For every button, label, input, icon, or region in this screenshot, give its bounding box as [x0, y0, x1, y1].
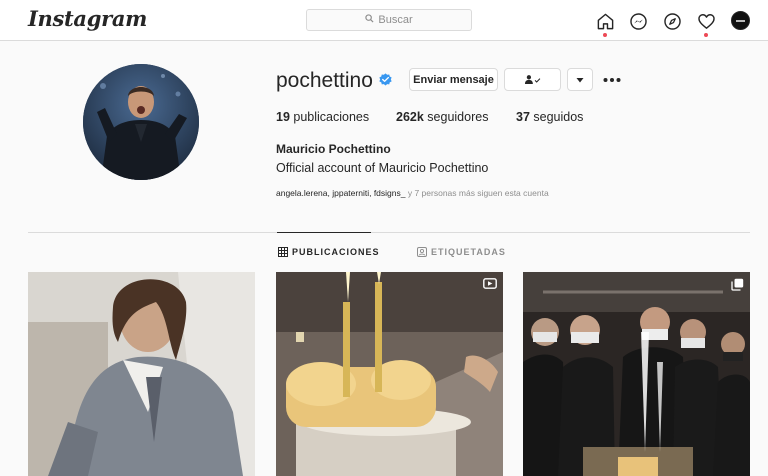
send-message-button[interactable]: Enviar mensaje	[409, 68, 498, 91]
following-label: seguidos	[533, 110, 584, 124]
tab-posts[interactable]: PUBLICACIONES	[278, 247, 380, 257]
explore-icon[interactable]	[662, 11, 682, 31]
search-placeholder: Buscar	[378, 14, 413, 26]
top-navigation: Instagram Buscar	[0, 0, 768, 41]
followers-count: 262k	[396, 110, 424, 124]
home-icon[interactable]	[595, 11, 615, 31]
posts-count-stat: 19 publicaciones	[276, 110, 369, 124]
tag-portrait-icon	[417, 247, 427, 257]
profile-picture	[83, 64, 199, 180]
active-tab-indicator	[277, 232, 371, 233]
followed-by-line[interactable]: angela.lerena, jppaterniti, fdsigns_ y 7…	[276, 188, 549, 198]
verified-badge-icon	[378, 72, 393, 87]
posts-label: publicaciones	[293, 110, 370, 124]
home-notification-dot	[603, 33, 607, 37]
followed-by-users[interactable]: angela.lerena, jppaterniti, fdsigns_	[276, 188, 405, 198]
post-thumbnail[interactable]	[28, 272, 255, 476]
following-count: 37	[516, 110, 530, 124]
instagram-logo[interactable]: Instagram	[28, 6, 147, 31]
search-icon	[365, 14, 374, 26]
suggestions-dropdown-button[interactable]	[567, 68, 593, 91]
carousel-badge-icon	[731, 278, 744, 291]
activity-notification-dot	[704, 33, 708, 37]
post-thumbnail[interactable]	[523, 272, 750, 476]
followers-label: seguidores	[427, 110, 489, 124]
messenger-icon[interactable]	[628, 11, 648, 31]
following-stat[interactable]: 37 seguidos	[516, 110, 583, 124]
profile-bio: Official account of Mauricio Pochettino	[276, 161, 489, 175]
activity-heart-icon[interactable]	[696, 11, 716, 31]
post-thumbnail[interactable]	[276, 272, 503, 476]
grid-icon	[278, 247, 288, 257]
followed-by-suffix: y 7 personas más siguen esta cuenta	[407, 188, 549, 198]
caret-down-icon	[576, 77, 584, 82]
profile-avatar-icon[interactable]	[731, 11, 750, 30]
profile-username: pochettino	[276, 69, 373, 92]
more-options-icon[interactable]	[603, 70, 621, 87]
posts-count: 19	[276, 110, 290, 124]
tab-tagged-label: ETIQUETADAS	[431, 247, 506, 257]
followers-stat[interactable]: 262k seguidores	[396, 110, 488, 124]
profile-full-name: Mauricio Pochettino	[276, 142, 391, 156]
tabs-divider	[28, 232, 750, 233]
user-check-icon	[524, 75, 540, 84]
tab-posts-label: PUBLICACIONES	[292, 247, 380, 257]
following-button[interactable]	[504, 68, 561, 91]
search-input[interactable]: Buscar	[306, 9, 472, 31]
tab-tagged[interactable]: ETIQUETADAS	[417, 247, 506, 257]
video-badge-icon	[483, 278, 497, 289]
